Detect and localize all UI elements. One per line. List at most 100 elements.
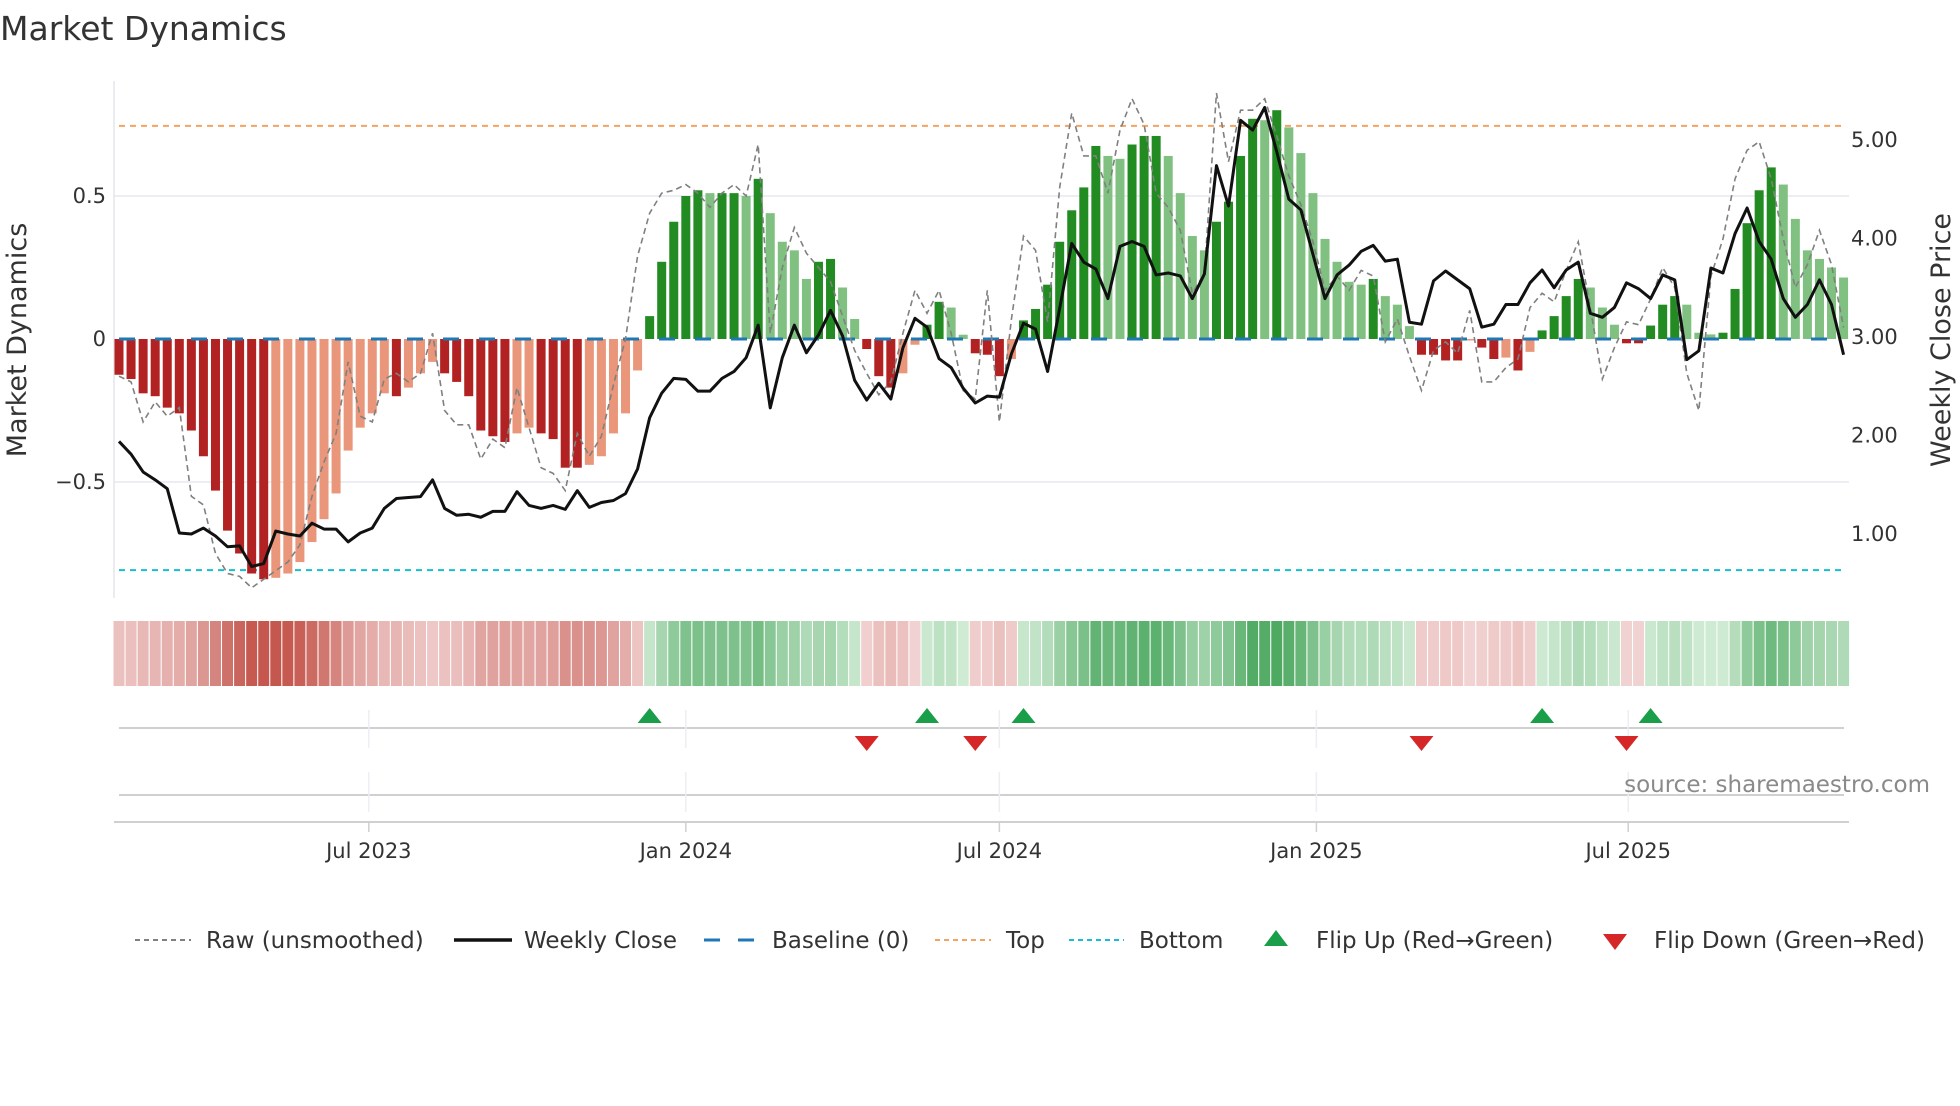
left-axis-label: Market Dynamics: [2, 223, 33, 458]
heatmap-cell: [1705, 621, 1717, 686]
dynamics-bar: [1175, 193, 1185, 339]
heatmap-cell: [125, 621, 137, 686]
heatmap-cell: [1114, 621, 1126, 686]
heatmap-cell: [1415, 621, 1427, 686]
legend-label-top: Top: [1005, 928, 1045, 954]
dynamics-bar: [1790, 218, 1800, 339]
flip-up-marker: [1011, 708, 1036, 723]
dynamics-bar: [1646, 325, 1656, 339]
heatmap-cell: [1512, 621, 1524, 686]
heatmap-cell: [1355, 621, 1367, 686]
heatmap-cell: [1813, 621, 1825, 686]
heatmap-cell: [113, 621, 125, 686]
heatmap-cell: [523, 621, 535, 686]
heatmap-cell: [788, 621, 800, 686]
heatmap-cell: [873, 621, 885, 686]
dynamics-bar: [874, 339, 884, 377]
legend-item-baseline: Baseline (0): [704, 928, 909, 954]
triangle-up-icon: [1264, 930, 1288, 946]
heatmap-cell: [1235, 621, 1247, 686]
left-tick-label: 0.5: [73, 184, 106, 208]
dynamics-bar: [524, 339, 534, 428]
heatmap-cell: [1645, 621, 1657, 686]
right-tick-label: 2.00: [1851, 424, 1898, 448]
heatmap-cell: [137, 621, 149, 686]
dynamics-bar: [464, 339, 474, 397]
heatmap-cell: [740, 621, 752, 686]
x-tick-label: Jul 2024: [955, 839, 1042, 863]
left-axis-ticks: 0.5 0 −0.5: [55, 184, 106, 494]
heatmap-cell: [583, 621, 595, 686]
heatmap-cell: [656, 621, 668, 686]
dynamics-bar: [994, 339, 1004, 377]
legend-label-flip-down: Flip Down (Green→Red): [1654, 928, 1925, 954]
heatmap-cell: [752, 621, 764, 686]
heatmap-cell: [185, 621, 197, 686]
heatmap-cell: [1138, 621, 1150, 686]
heatmap-cell: [1657, 621, 1669, 686]
dynamics-bar: [1151, 135, 1161, 339]
heatmap-cell: [1452, 621, 1464, 686]
heatmap-cell: [1162, 621, 1174, 686]
heatmap-cell: [1500, 621, 1512, 686]
dynamics-bar: [1091, 145, 1101, 339]
heatmap-cell: [764, 621, 776, 686]
dynamics-bar: [1778, 184, 1788, 339]
heatmap-cell: [969, 621, 981, 686]
legend-item-flip-down: Flip Down (Green→Red): [1603, 928, 1925, 954]
heatmap-cell: [620, 621, 632, 686]
dynamics-bar: [126, 339, 136, 380]
heatmap-cell: [1801, 621, 1813, 686]
dynamics-bar: [1549, 316, 1559, 339]
right-axis-ticks: 5.00 4.00 3.00 2.00 1.00: [1851, 128, 1898, 546]
heatmap-cell: [451, 621, 463, 686]
dynamics-bar: [355, 339, 365, 428]
heatmap-cell: [246, 621, 258, 686]
dynamics-bar: [1211, 221, 1221, 339]
heatmap-cell: [366, 621, 378, 686]
heatmap-cell: [197, 621, 209, 686]
dynamics-bar: [548, 339, 558, 440]
heatmap-cell: [957, 621, 969, 686]
heatmap-cell: [559, 621, 571, 686]
legend-item-close: Weekly Close: [454, 928, 677, 954]
heatmap-cell: [632, 621, 644, 686]
heatmap-cell: [1428, 621, 1440, 686]
right-tick-label: 3.00: [1851, 325, 1898, 349]
heatmap-cell: [1560, 621, 1572, 686]
dynamics-bar: [645, 316, 655, 339]
dynamics-bar: [1067, 210, 1077, 339]
flip-down-marker: [1614, 736, 1639, 751]
heatmap-cell: [1476, 621, 1488, 686]
heatmap-cell: [547, 621, 559, 686]
legend-item-bottom: Bottom: [1069, 928, 1223, 954]
heatmap-cell: [149, 621, 161, 686]
dynamics-bar: [1260, 120, 1270, 340]
legend-label-close: Weekly Close: [524, 928, 677, 954]
dynamics-bar: [1609, 324, 1619, 339]
heatmap-cell: [1307, 621, 1319, 686]
dynamics-bar: [452, 339, 462, 382]
dynamics-bar: [1404, 326, 1414, 339]
dynamics-bar: [1163, 155, 1173, 339]
dynamics-bar: [1380, 296, 1390, 339]
heatmap-cell: [1210, 621, 1222, 686]
dynamics-bar: [1416, 339, 1426, 355]
heatmap-cell: [716, 621, 728, 686]
dynamics-bar: [1368, 278, 1378, 339]
heatmap-cell: [1488, 621, 1500, 686]
heatmap-cell: [776, 621, 788, 686]
heatmap-cell: [1608, 621, 1620, 686]
x-tick-label: Jul 2025: [1583, 839, 1670, 863]
legend-label-raw: Raw (unsmoothed): [206, 928, 424, 954]
dynamics-bar: [440, 339, 450, 374]
triangle-down-icon: [1603, 934, 1627, 950]
heatmap-cell: [318, 621, 330, 686]
dynamics-bar: [1718, 332, 1728, 339]
heatmap-cell: [1681, 621, 1693, 686]
dynamics-bar: [1224, 201, 1234, 339]
heatmap-cell: [173, 621, 185, 686]
dynamics-bar: [488, 339, 498, 437]
dynamics-bar: [223, 339, 233, 531]
heatmap-cell: [668, 621, 680, 686]
